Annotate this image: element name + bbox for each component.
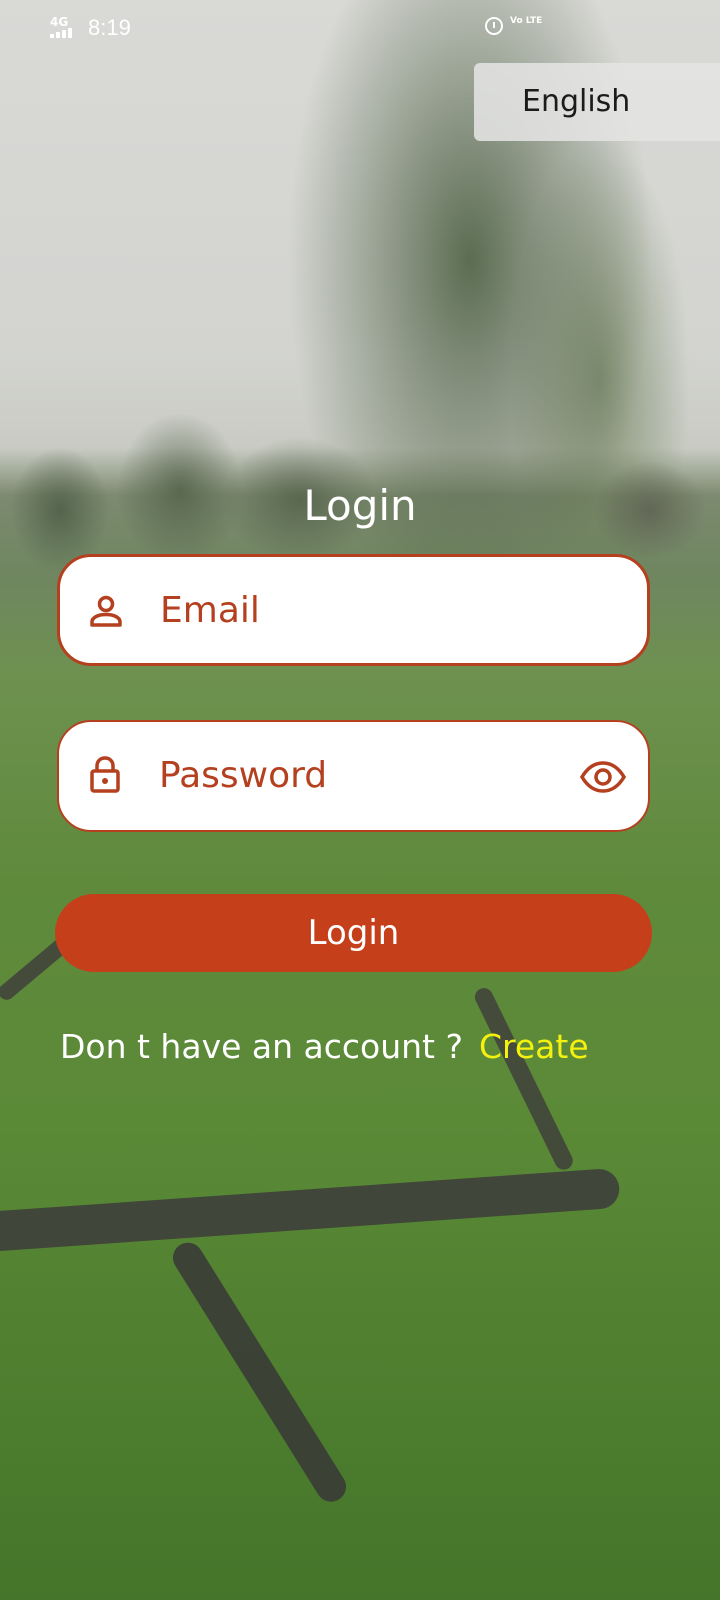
password-field[interactable]: Password — [57, 720, 650, 832]
login-button-label: Login — [307, 913, 400, 953]
language-label: English — [522, 84, 631, 119]
email-field[interactable]: Email — [57, 554, 650, 666]
person-icon — [90, 595, 122, 627]
page-title: Login — [303, 481, 417, 530]
background-hose — [471, 985, 576, 1173]
password-placeholder: Password — [159, 755, 328, 796]
status-time: 8:19 — [88, 15, 131, 40]
alarm-icon — [485, 17, 503, 35]
lock-icon — [90, 756, 120, 793]
network-type: 4G — [50, 15, 69, 29]
background-hose — [0, 1167, 621, 1253]
signup-prompt: Don t have an account ? Create — [60, 1026, 589, 1068]
login-button[interactable]: Login — [55, 894, 652, 972]
create-account-link[interactable]: Create — [479, 1027, 589, 1066]
language-button[interactable]: English — [474, 63, 720, 141]
email-placeholder: Email — [160, 590, 260, 631]
background-hose — [167, 1237, 352, 1508]
signal-icon — [50, 28, 80, 38]
eye-icon[interactable] — [580, 760, 626, 794]
no-account-text: Don t have an account ? — [60, 1027, 463, 1066]
status-bar: 4G 8:19 Vo LTE — [0, 0, 720, 56]
volte-indicator: Vo LTE — [510, 16, 543, 26]
